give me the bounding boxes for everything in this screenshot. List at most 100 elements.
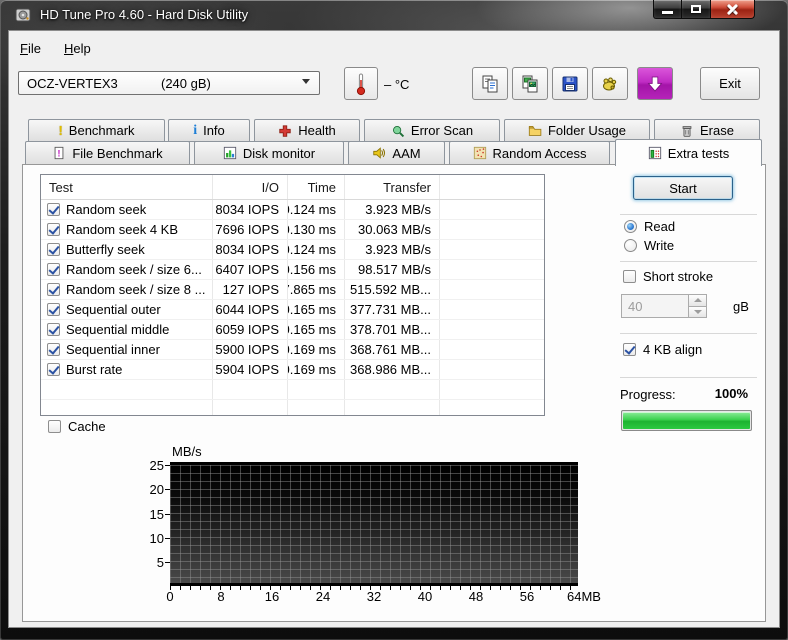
progress-label: Progress: (620, 387, 676, 402)
folder-usage-icon (528, 125, 542, 136)
time-value: 0.130 ms (288, 220, 345, 239)
tab-health[interactable]: Health (254, 119, 360, 142)
table-row[interactable]: Random seek 4 KB 7696 IOPS 0.130 ms 30.0… (41, 220, 544, 240)
tab-disk-monitor[interactable]: Disk monitor (194, 141, 344, 165)
write-option[interactable]: Write (624, 238, 674, 253)
minimize-icon (662, 11, 673, 14)
extra-tests-icon (648, 146, 661, 160)
read-option[interactable]: Read (624, 219, 675, 234)
drive-capacity: (240 gB) (161, 76, 211, 91)
menu-help[interactable]: Help (58, 38, 97, 59)
tab-label: File Benchmark (72, 145, 163, 161)
test-name: Butterfly seek (66, 242, 145, 257)
column-header-io[interactable]: I/O (213, 175, 288, 199)
svg-text:!: ! (58, 149, 61, 160)
titlebar[interactable]: HD Tune Pro 4.60 - Hard Disk Utility (0, 0, 788, 30)
read-radio[interactable] (624, 220, 637, 233)
align-option[interactable]: 4 KB align (623, 342, 702, 357)
transfer-value: 378.701 MB... (345, 320, 440, 339)
table-row[interactable]: Random seek / size 6... 6407 IOPS 0.156 … (41, 260, 544, 280)
short-stroke-unit: gB (733, 299, 749, 314)
tab-label: Benchmark (68, 123, 135, 138)
copy-text-button[interactable] (472, 67, 508, 100)
tab-file-benchmark[interactable]: ! File Benchmark (25, 141, 190, 165)
time-value: 0.165 ms (288, 300, 345, 319)
table-row[interactable]: Sequential middle 6059 IOPS 0.165 ms 378… (41, 320, 544, 340)
row-checkbox[interactable] (47, 243, 60, 256)
row-checkbox[interactable] (47, 223, 60, 236)
y-tick-label: 20 (149, 482, 164, 497)
row-checkbox[interactable] (47, 263, 60, 276)
copy-image-button[interactable] (512, 67, 548, 100)
results-table: Test I/O Time Transfer Random seek 8034 … (40, 174, 545, 416)
menu-file[interactable]: File (14, 38, 47, 59)
tab-label: Erase (700, 123, 734, 138)
y-tick-mark (165, 538, 170, 539)
table-row[interactable]: Random seek / size 8 ... 127 IOPS 7.865 … (41, 280, 544, 300)
short-stroke-option[interactable]: Short stroke (623, 269, 713, 284)
table-row[interactable]: Sequential inner 5900 IOPS 0.169 ms 368.… (41, 340, 544, 360)
table-row[interactable]: Burst rate 5904 IOPS 0.169 ms 368.986 MB… (41, 360, 544, 380)
window-title: HD Tune Pro 4.60 - Hard Disk Utility (40, 7, 249, 22)
options-button[interactable] (592, 67, 628, 100)
short-stroke-size-input[interactable] (622, 295, 688, 317)
column-header-filler (440, 175, 544, 199)
maximize-button[interactable] (682, 0, 710, 19)
separator (620, 377, 757, 378)
close-button[interactable] (710, 0, 755, 19)
save-button[interactable] (552, 67, 588, 100)
tab-random-access[interactable]: Random Access (449, 141, 610, 165)
x-tick-label: 56 (519, 589, 535, 604)
temperature-button[interactable] (344, 67, 378, 100)
row-checkbox[interactable] (47, 283, 60, 296)
row-checkbox[interactable] (47, 303, 60, 316)
tab-aam[interactable]: AAM (348, 141, 445, 165)
start-button[interactable]: Start (633, 176, 733, 200)
stepper-down-button[interactable] (689, 306, 706, 317)
time-value: 0.124 ms (288, 240, 345, 259)
io-value: 7696 IOPS (213, 220, 288, 239)
save-icon (562, 76, 578, 91)
y-tick-mark (165, 514, 170, 515)
transfer-value: 377.731 MB... (345, 300, 440, 319)
aam-icon (373, 147, 386, 159)
column-header-test[interactable]: Test (41, 175, 213, 199)
table-row[interactable]: Butterfly seek 8034 IOPS 0.124 ms 3.923 … (41, 240, 544, 260)
x-tick-label: 0 (166, 589, 174, 604)
progress-bar (621, 410, 752, 431)
write-radio[interactable] (624, 239, 637, 252)
minimize-button[interactable] (653, 0, 682, 19)
table-row[interactable]: Sequential outer 6044 IOPS 0.165 ms 377.… (41, 300, 544, 320)
row-checkbox[interactable] (47, 203, 60, 216)
tab-extra-tests[interactable]: Extra tests (615, 139, 762, 166)
info-icon: i (193, 123, 198, 138)
update-button[interactable] (637, 67, 673, 100)
drive-selector[interactable]: OCZ-VERTEX3 (240 gB) (18, 71, 320, 95)
row-checkbox[interactable] (47, 323, 60, 336)
tab-label: Info (203, 123, 225, 138)
table-row[interactable]: Random seek 8034 IOPS 0.124 ms 3.923 MB/… (41, 200, 544, 220)
column-header-time[interactable]: Time (288, 175, 345, 199)
tab-benchmark[interactable]: ! Benchmark (28, 119, 165, 142)
short-stroke-checkbox[interactable] (623, 270, 636, 283)
transfer-value: 98.517 MB/s (345, 260, 440, 279)
table-empty-row (41, 400, 544, 415)
x-tick-label: 32 (366, 589, 382, 604)
tab-info[interactable]: i Info (168, 119, 250, 142)
align-checkbox[interactable] (623, 343, 636, 356)
stepper-up-button[interactable] (689, 295, 706, 307)
erase-icon (682, 125, 692, 137)
cache-option[interactable]: Cache (48, 419, 106, 434)
column-header-transfer[interactable]: Transfer (345, 175, 440, 199)
short-stroke-size-stepper[interactable] (621, 294, 707, 318)
maximize-icon (691, 5, 701, 13)
io-value: 8034 IOPS (213, 240, 288, 259)
cache-checkbox[interactable] (48, 420, 61, 433)
disk-monitor-icon (223, 146, 236, 160)
close-icon (726, 3, 739, 16)
transfer-value: 515.592 MB... (345, 280, 440, 299)
exit-button[interactable]: Exit (700, 67, 760, 100)
row-checkbox[interactable] (47, 343, 60, 356)
row-checkbox[interactable] (47, 363, 60, 376)
tab-error-scan[interactable]: Error Scan (364, 119, 500, 142)
